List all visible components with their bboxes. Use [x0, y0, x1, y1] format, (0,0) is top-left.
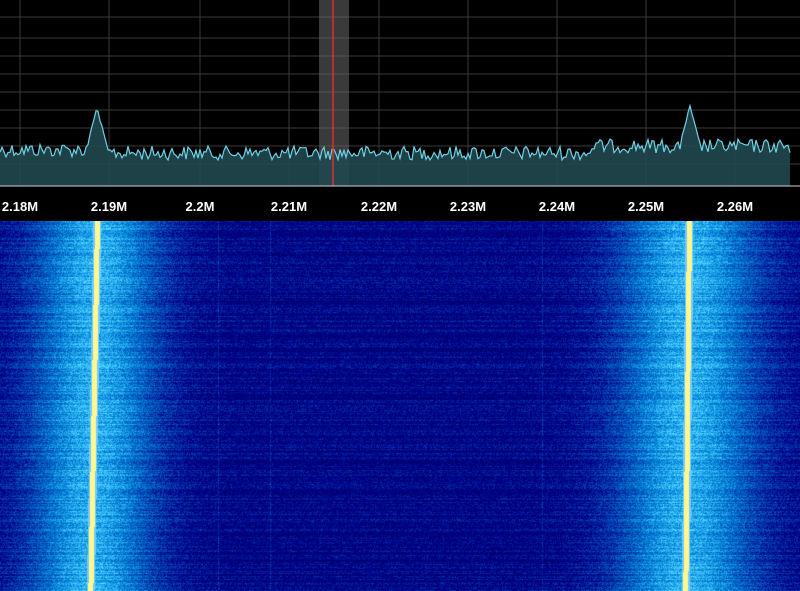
tick-label: 2.22M — [360, 199, 398, 214]
tick-label: 2.19M — [90, 199, 128, 214]
tick-label: 2.21M — [270, 199, 308, 214]
spectrum-panel[interactable]: 2.18M 2.19M 2.2M 2.21M 2.22M 2.23M 2.24M… — [0, 0, 800, 220]
tick-label: 2.18M — [1, 199, 39, 214]
tick-label: 2.24M — [538, 199, 576, 214]
tick-label: 2.23M — [449, 199, 487, 214]
tick-label: 2.26M — [716, 199, 754, 214]
tick-label: 2.25M — [627, 199, 665, 214]
spectrum-plot[interactable] — [0, 0, 800, 220]
tick-label: 2.2M — [185, 199, 215, 214]
waterfall-display[interactable] — [0, 221, 800, 591]
